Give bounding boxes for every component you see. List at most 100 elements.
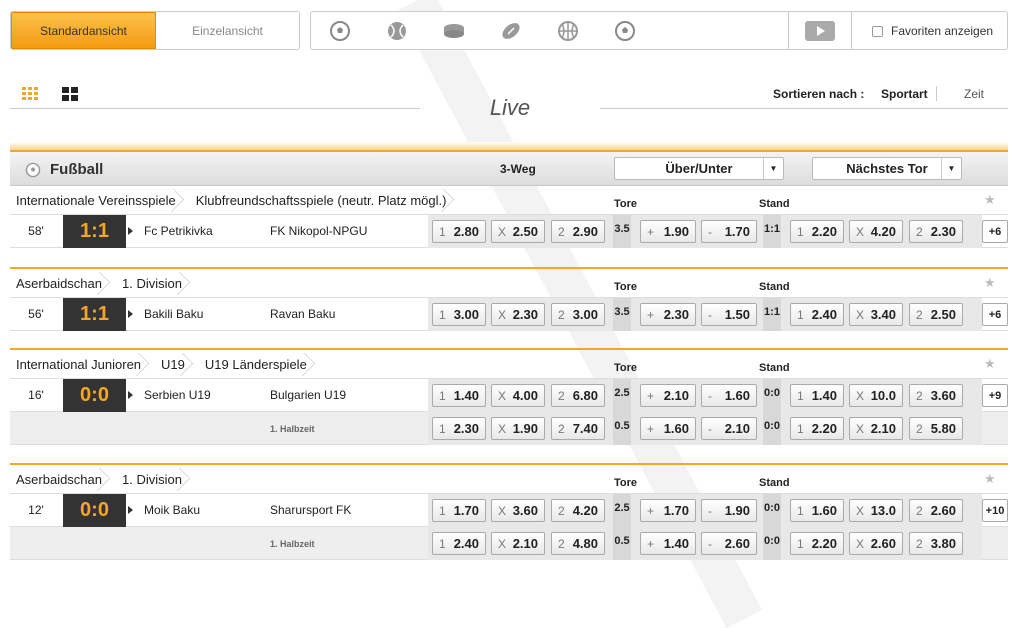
live-score[interactable]: 1:1 (63, 215, 126, 248)
away-team[interactable]: Bulgarien U19 (270, 388, 346, 402)
odds-home-button[interactable]: 1 2.80 (432, 220, 486, 243)
live-score[interactable]: 0:0 (63, 494, 126, 527)
odds-away-button[interactable]: 2 3.00 (551, 303, 605, 326)
odds-under-button[interactable]: -2.10 (701, 417, 757, 440)
odds-draw-button[interactable]: X 2.50 (491, 220, 545, 243)
odds-home-button[interactable]: 1 2.40 (432, 532, 486, 555)
sort-time-link[interactable]: Zeit (964, 87, 984, 101)
favorites-toggle[interactable]: Favoriten anzeigen (872, 24, 993, 38)
odds-under-button[interactable]: -1.50 (701, 303, 757, 326)
next-goal-none-button[interactable]: X 3.40 (849, 303, 903, 326)
next-goal-away-button[interactable]: 2 2.50 (909, 303, 963, 326)
breadcrumb-item[interactable]: Internationale Vereinsspiele (10, 186, 190, 215)
odds-over-button[interactable]: +2.30 (640, 303, 696, 326)
american-football-icon[interactable] (482, 12, 539, 49)
next-goal-none-button[interactable]: X 4.20 (849, 220, 903, 243)
next-goal-away-button[interactable]: 2 5.80 (909, 417, 963, 440)
odds-away-button[interactable]: 2 4.20 (551, 499, 605, 522)
live-score[interactable]: 0:0 (63, 379, 126, 412)
next-goal-none-button[interactable]: X 2.10 (849, 417, 903, 440)
odds-under-button[interactable]: -1.90 (701, 499, 757, 522)
market-select-over-under[interactable]: Über/Unter ▼ (614, 157, 784, 180)
market-select-next-goal[interactable]: Nächstes Tor ▼ (812, 157, 962, 180)
expand-arrow-icon[interactable] (128, 391, 133, 399)
more-markets-button[interactable]: +6 (982, 303, 1008, 326)
breadcrumb-item[interactable]: U19 (155, 350, 199, 379)
favorite-star-icon[interactable]: ★ (984, 471, 996, 487)
next-goal-away-button[interactable]: 2 2.30 (909, 220, 963, 243)
odds-away-button[interactable]: 2 2.90 (551, 220, 605, 243)
odds-under-button[interactable]: -1.70 (701, 220, 757, 243)
ice-hockey-icon[interactable] (425, 12, 482, 49)
single-view-button[interactable]: Einzelansicht (156, 12, 299, 49)
favorites-checkbox[interactable] (872, 25, 883, 37)
breadcrumb-item[interactable]: Klubfreundschaftsspiele (neutr. Platz mö… (190, 186, 461, 215)
breadcrumb-item[interactable]: International Junioren (10, 350, 155, 379)
tennis-icon[interactable] (368, 12, 425, 49)
expand-arrow-icon[interactable] (128, 227, 133, 235)
favorite-star-icon[interactable]: ★ (984, 275, 996, 291)
next-goal-home-button[interactable]: 1 1.40 (790, 384, 844, 407)
next-goal-none-button[interactable]: X 10.0 (849, 384, 903, 407)
next-goal-home-button[interactable]: 1 2.20 (790, 417, 844, 440)
next-goal-none-button[interactable]: X 13.0 (849, 499, 903, 522)
expand-arrow-icon[interactable] (128, 506, 133, 514)
odds-draw-button[interactable]: X 4.00 (491, 384, 545, 407)
odds-draw-button[interactable]: X 2.30 (491, 303, 545, 326)
odds-draw-button[interactable]: X 2.10 (491, 532, 545, 555)
more-markets-button[interactable]: +10 (982, 499, 1008, 522)
home-team[interactable]: Moik Baku (144, 503, 200, 517)
breadcrumb-item[interactable]: Aserbaidschan (10, 465, 116, 494)
soccer-icon-2[interactable] (596, 12, 653, 49)
favorite-star-icon[interactable]: ★ (984, 356, 996, 372)
favorite-star-icon[interactable]: ★ (984, 192, 996, 208)
odds-away-button[interactable]: 2 6.80 (551, 384, 605, 407)
live-score[interactable]: 1:1 (63, 298, 126, 331)
grid-large-icon[interactable] (62, 87, 78, 101)
odds-away-button[interactable]: 2 4.80 (551, 532, 605, 555)
standard-view-button[interactable]: Standardansicht (11, 12, 156, 49)
next-goal-away-button[interactable]: 2 2.60 (909, 499, 963, 522)
grid-small-icon[interactable] (22, 87, 40, 101)
more-markets-button[interactable]: +6 (982, 220, 1008, 243)
away-team[interactable]: Ravan Baku (270, 307, 335, 321)
odds-over-button[interactable]: +1.70 (640, 499, 696, 522)
goals-header: Tore (614, 198, 638, 210)
odds-home-button[interactable]: 1 1.40 (432, 384, 486, 407)
odds-home-button[interactable]: 1 1.70 (432, 499, 486, 522)
odds-over-button[interactable]: +1.40 (640, 532, 696, 555)
odds-under-button[interactable]: -1.60 (701, 384, 757, 407)
next-goal-home-button[interactable]: 1 2.40 (790, 303, 844, 326)
breadcrumb-item[interactable]: Aserbaidschan (10, 269, 116, 298)
odds-under-button[interactable]: -2.60 (701, 532, 757, 555)
odds-over-button[interactable]: +1.60 (640, 417, 696, 440)
breadcrumb-item[interactable]: 1. Division (116, 465, 196, 494)
next-goal-home-button[interactable]: 1 1.60 (790, 499, 844, 522)
video-button[interactable] (788, 12, 852, 49)
home-team[interactable]: Bakili Baku (144, 307, 203, 321)
next-goal-home-button[interactable]: 1 2.20 (790, 220, 844, 243)
away-team[interactable]: Sharursport FK (270, 503, 351, 517)
soccer-icon[interactable] (311, 12, 368, 49)
odds-key: X (856, 536, 865, 551)
home-team[interactable]: Fc Petrikivka (144, 224, 213, 238)
basketball-icon[interactable] (539, 12, 596, 49)
breadcrumb-item[interactable]: 1. Division (116, 269, 196, 298)
expand-arrow-icon[interactable] (128, 310, 133, 318)
odds-home-button[interactable]: 1 3.00 (432, 303, 486, 326)
next-goal-none-button[interactable]: X 2.60 (849, 532, 903, 555)
odds-away-button[interactable]: 2 7.40 (551, 417, 605, 440)
away-team[interactable]: FK Nikopol-NPGU (270, 224, 367, 238)
odds-over-button[interactable]: +1.90 (640, 220, 696, 243)
next-goal-home-button[interactable]: 1 2.20 (790, 532, 844, 555)
next-goal-away-button[interactable]: 2 3.60 (909, 384, 963, 407)
more-markets-button[interactable]: +9 (982, 384, 1008, 407)
home-team[interactable]: Serbien U19 (144, 388, 211, 402)
next-goal-away-button[interactable]: 2 3.80 (909, 532, 963, 555)
odds-over-button[interactable]: +2.10 (640, 384, 696, 407)
odds-home-button[interactable]: 1 2.30 (432, 417, 486, 440)
odds-draw-button[interactable]: X 3.60 (491, 499, 545, 522)
odds-draw-button[interactable]: X 1.90 (491, 417, 545, 440)
sort-sport-link[interactable]: Sportart (881, 87, 928, 101)
breadcrumb-item[interactable]: U19 Länderspiele (199, 350, 321, 379)
